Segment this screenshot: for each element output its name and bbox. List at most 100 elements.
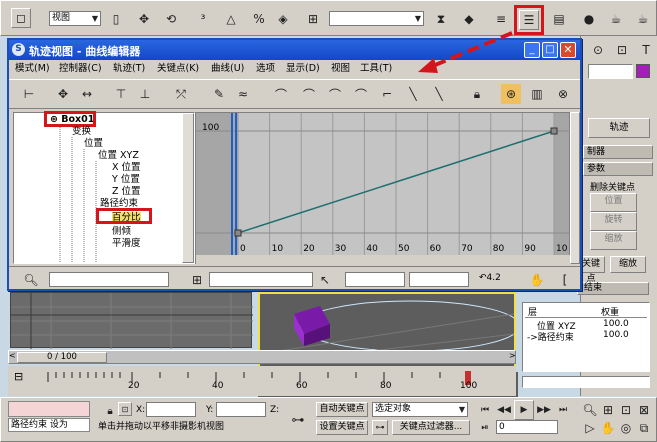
absolute-mode-icon[interactable]: ⊡ [118, 402, 132, 416]
play-icon[interactable]: ▶ [514, 400, 534, 420]
spinner-snap-icon[interactable]: ◈ [273, 9, 293, 29]
quick-render-icon[interactable]: ☕ [633, 9, 653, 29]
scale-keys-icon[interactable]: ⊤ [111, 84, 131, 104]
snap-frames-icon[interactable]: ⊛ [501, 84, 521, 104]
zoom-value-icon[interactable]: ↶4.2 [479, 273, 501, 283]
controller-tree[interactable]: ⊛ Box01 变换 位置 位置 XYZ X 位置 Y 位置 Z 位置 路径约束… [13, 111, 195, 264]
tree-item-z-position[interactable]: Z 位置 [112, 186, 141, 197]
zoom-region-icon[interactable]: [ [555, 270, 575, 290]
position-button[interactable]: 位置 [590, 193, 637, 212]
key-value-field[interactable] [209, 272, 313, 287]
hammer-icon[interactable]: T [636, 40, 656, 60]
controller-rollout[interactable]: 制器 [583, 145, 653, 159]
utilities-panel-icon[interactable]: ⊡ [612, 40, 632, 60]
reduce-keys-icon[interactable]: ≈ [233, 84, 253, 104]
select-rotate-icon[interactable]: ⟲ [161, 9, 181, 29]
key-filters-button[interactable]: 关键点过滤器... [392, 420, 470, 435]
list-row-name[interactable]: ->路径约束 [527, 330, 574, 343]
cursor-icon[interactable]: ↖ [315, 270, 335, 290]
zoom-icon[interactable]: 🔍︎ [580, 400, 600, 420]
go-to-end-icon[interactable]: ⏭ [553, 400, 573, 420]
minimize-icon[interactable]: _ [524, 42, 540, 58]
track-button[interactable]: 轨迹 [588, 118, 650, 138]
slide-keys-icon[interactable]: ↔ [77, 84, 97, 104]
menu-options[interactable]: 选项 [256, 61, 275, 77]
key-icon[interactable]: ⊶ [288, 410, 308, 430]
show-keyable-icon[interactable]: ⊗ [553, 84, 573, 104]
set-key-button[interactable]: 设置关键点 [316, 420, 368, 435]
render-setup-icon[interactable]: ☕ [606, 9, 626, 29]
select-move-icon[interactable]: ✥ [134, 9, 154, 29]
tangent-fast-icon[interactable]: ⌒ [325, 84, 345, 104]
rotation-button[interactable]: 旋转 [590, 212, 637, 231]
parameter-curve-icon[interactable]: ▥ [527, 84, 547, 104]
maximize-viewport-icon[interactable]: ⧉ [634, 418, 654, 438]
mirror-icon[interactable]: ⧗ [431, 9, 451, 29]
pan-hand-icon[interactable]: ✋ [527, 270, 547, 290]
dropdown-arrow-icon[interactable]: ▼ [412, 11, 424, 26]
object-color-swatch[interactable] [636, 64, 650, 78]
tree-scrollbar[interactable] [182, 113, 194, 263]
tangent-auto-icon[interactable]: ⌒ [271, 84, 291, 104]
curve-v-scrollbar[interactable] [570, 112, 580, 264]
weight-spinner[interactable] [522, 376, 650, 388]
scale-button[interactable]: 缩放 [590, 231, 637, 250]
next-key-icon[interactable]: ▶▶ [534, 400, 554, 420]
display-panel-icon[interactable]: ⊙ [588, 40, 608, 60]
percent-snap-icon[interactable]: % [249, 9, 269, 29]
zoom-selected-icon[interactable]: 🔍︎ [21, 270, 41, 290]
undo-icon[interactable]: ◻ [11, 8, 31, 28]
y-coord-field[interactable] [216, 402, 266, 417]
key-filters-icon[interactable]: ⊶ [372, 420, 388, 435]
named-selection-dropdown[interactable] [329, 11, 424, 26]
schematic-view-icon[interactable]: ▤ [549, 9, 569, 29]
menu-tools[interactable]: 工具(T) [360, 61, 392, 77]
tangent-linear-icon[interactable]: ╲ [403, 84, 423, 104]
move-keys-icon[interactable]: ✥ [53, 84, 73, 104]
object-name-field[interactable] [588, 64, 633, 79]
time-slider-bar[interactable]: 0 / 100 < > [8, 350, 516, 364]
left-viewport[interactable] [10, 292, 253, 349]
time-slider-thumb[interactable]: 0 / 100 [17, 352, 107, 363]
track-view-titlebar[interactable]: S 轨迹视图 - 曲线编辑器 _ □ ✕ [9, 40, 580, 60]
orbit-icon[interactable]: ◎ [616, 418, 636, 438]
prev-key-icon[interactable]: ◀◀ [494, 400, 514, 420]
menu-track[interactable]: 轨迹(T) [113, 61, 145, 77]
maximize-icon[interactable]: □ [542, 42, 558, 58]
align-icon[interactable]: ◆ [459, 9, 479, 29]
go-to-start-icon[interactable]: ⏮ [475, 400, 495, 420]
menu-view[interactable]: 视图 [331, 61, 350, 77]
zoom-extents-icon[interactable]: ⊡ [616, 400, 636, 420]
snap-3d-icon[interactable]: ³ [193, 9, 213, 29]
track-name-field[interactable] [49, 272, 169, 287]
track-bar[interactable]: ⊟ 20 40 60 80 100 [8, 366, 516, 396]
show-selected-keys-icon[interactable]: ⊞ [187, 270, 207, 290]
prev-frame-icon[interactable]: < [9, 351, 16, 360]
dropdown-arrow-icon[interactable]: ▼ [456, 402, 468, 417]
params-rollout[interactable]: 参数 [583, 162, 653, 176]
tree-item-transform[interactable]: 变换 [72, 126, 91, 137]
zoom-extents-all-icon[interactable]: ⊠ [634, 400, 654, 420]
menu-curves[interactable]: 曲线(U) [211, 61, 244, 77]
tree-item-y-position[interactable]: Y 位置 [112, 174, 140, 185]
filters-icon[interactable]: ⊢ [19, 84, 39, 104]
x-coord-field[interactable] [146, 402, 196, 417]
next-frame-icon[interactable]: > [509, 351, 516, 360]
maxscript-listener[interactable] [8, 401, 90, 417]
dropdown-arrow-icon[interactable]: ▼ [89, 11, 101, 26]
lock-selection-icon[interactable]: 🔒︎ [100, 401, 120, 421]
lock-selection-icon[interactable]: 🔒︎ [467, 84, 487, 104]
zoom-button[interactable]: 缩放 [610, 256, 646, 273]
value-field[interactable] [409, 272, 469, 287]
tree-item-position-xyz[interactable]: 位置 XYZ [98, 150, 139, 161]
constraint-list[interactable]: 层 权重 位置 XYZ 100.0 ->路径约束 100.0 [522, 302, 650, 372]
layer-manager-icon[interactable]: ≡ [491, 9, 511, 29]
draw-curves-icon[interactable]: ✎ [209, 84, 229, 104]
curve-graph[interactable]: 0 10 20 30 40 50 60 70 80 90 10 100 [195, 112, 571, 265]
end-rollout[interactable]: 结束 [577, 282, 649, 295]
selected-object-dropdown[interactable]: 选定对象 [372, 402, 468, 417]
close-icon[interactable]: ✕ [560, 42, 576, 58]
pan-icon[interactable]: ✋ [598, 418, 618, 438]
frame-field[interactable] [345, 272, 405, 287]
angle-snap-icon[interactable]: △ [221, 9, 241, 29]
